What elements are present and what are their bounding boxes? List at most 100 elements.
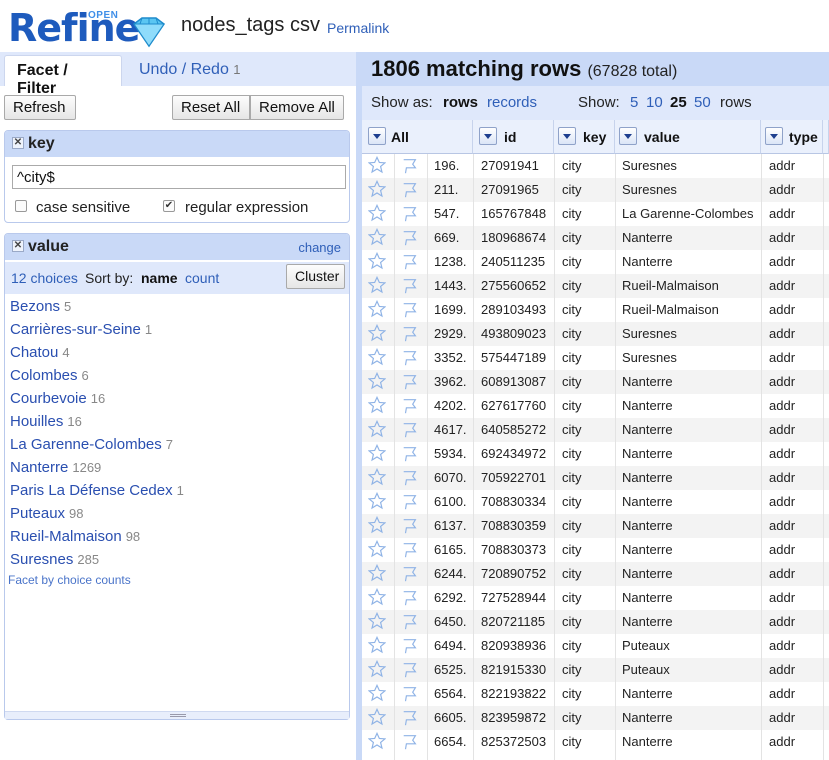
cell-id[interactable]: 165767848	[481, 206, 546, 221]
cell-type[interactable]: addr	[769, 566, 795, 581]
star-icon[interactable]	[367, 563, 387, 582]
openrefine-logo[interactable]: Refine OPEN	[8, 4, 168, 50]
cell-type[interactable]: addr	[769, 638, 795, 653]
row-number[interactable]: 211.	[434, 182, 458, 197]
star-icon[interactable]	[367, 707, 387, 726]
close-icon[interactable]: ✕	[12, 137, 24, 149]
star-icon[interactable]	[367, 227, 387, 246]
cell-value[interactable]: Rueil-Malmaison	[622, 278, 719, 293]
row-number[interactable]: 4617.	[434, 422, 467, 437]
column-menu-dropdown[interactable]	[619, 127, 637, 145]
cell-key[interactable]: city	[562, 686, 582, 701]
case-sensitive-checkbox[interactable]	[15, 200, 27, 212]
star-icon[interactable]	[367, 467, 387, 486]
cell-id[interactable]: 820721185	[481, 614, 545, 629]
cell-value[interactable]: Suresnes	[622, 182, 677, 197]
cell-id[interactable]: 493809023	[481, 326, 546, 341]
cell-type[interactable]: addr	[769, 518, 795, 533]
cell-id[interactable]: 825372503	[481, 734, 546, 749]
cell-id[interactable]: 240511235	[481, 254, 545, 269]
row-number[interactable]: 4202.	[434, 398, 467, 413]
cell-key[interactable]: city	[562, 326, 582, 341]
page-size-25[interactable]: 25	[670, 94, 687, 111]
column-menu-dropdown[interactable]	[479, 127, 497, 145]
star-icon[interactable]	[367, 371, 387, 390]
cell-type[interactable]: addr	[769, 734, 795, 749]
cell-type[interactable]: addr	[769, 542, 795, 557]
flag-icon[interactable]	[401, 157, 419, 175]
regular-expression-checkbox[interactable]: ✔	[163, 200, 175, 212]
page-size-10[interactable]: 10	[646, 94, 663, 111]
cell-type[interactable]: addr	[769, 422, 795, 437]
column-menu-dropdown[interactable]	[765, 127, 783, 145]
cell-id[interactable]: 823959872	[481, 710, 546, 725]
flag-icon[interactable]	[401, 277, 419, 295]
cell-id[interactable]: 708830334	[481, 494, 546, 509]
close-icon[interactable]: ✕	[12, 240, 24, 252]
cell-key[interactable]: city	[562, 230, 582, 245]
key-facet-title[interactable]: key	[28, 135, 55, 153]
cell-value[interactable]: Nanterre	[622, 398, 673, 413]
flag-icon[interactable]	[401, 541, 419, 559]
star-icon[interactable]	[367, 299, 387, 318]
cell-value[interactable]: Nanterre	[622, 446, 673, 461]
cell-key[interactable]: city	[562, 542, 582, 557]
star-icon[interactable]	[367, 155, 387, 174]
cell-key[interactable]: city	[562, 494, 582, 509]
cell-key[interactable]: city	[562, 254, 582, 269]
cell-key[interactable]: city	[562, 470, 582, 485]
cell-id[interactable]: 821915330	[481, 662, 546, 677]
star-icon[interactable]	[367, 587, 387, 606]
row-number[interactable]: 6165.	[434, 542, 467, 557]
tab-undo-redo[interactable]: Undo / Redo 1	[127, 55, 253, 86]
reset-all-button[interactable]: Reset All	[172, 95, 250, 120]
cell-value[interactable]: La Garenne-Colombes	[622, 206, 754, 221]
cell-key[interactable]: city	[562, 182, 582, 197]
star-icon[interactable]	[367, 683, 387, 702]
star-icon[interactable]	[367, 635, 387, 654]
row-number[interactable]: 6100.	[434, 494, 467, 509]
cell-type[interactable]: addr	[769, 158, 795, 173]
cell-type[interactable]: addr	[769, 494, 795, 509]
facet-resize-handle[interactable]	[5, 711, 349, 719]
cell-value[interactable]: Nanterre	[622, 374, 673, 389]
star-icon[interactable]	[367, 539, 387, 558]
cell-id[interactable]: 720890752	[481, 566, 546, 581]
star-icon[interactable]	[367, 419, 387, 438]
cell-id[interactable]: 180968674	[481, 230, 546, 245]
column-menu-dropdown[interactable]	[558, 127, 576, 145]
facet-choice[interactable]: Colombes 6	[10, 367, 89, 384]
cell-value[interactable]: Nanterre	[622, 542, 673, 557]
sort-by-name[interactable]: name	[141, 270, 178, 286]
cell-value[interactable]: Nanterre	[622, 254, 673, 269]
row-number[interactable]: 6605.	[434, 710, 467, 725]
flag-icon[interactable]	[401, 397, 419, 415]
row-number[interactable]: 6525.	[434, 662, 467, 677]
cell-type[interactable]: addr	[769, 470, 795, 485]
facet-choice[interactable]: Carrières-sur-Seine 1	[10, 321, 152, 338]
cell-id[interactable]: 640585272	[481, 422, 546, 437]
flag-icon[interactable]	[401, 709, 419, 727]
cell-type[interactable]: addr	[769, 302, 795, 317]
change-link[interactable]: change	[298, 240, 341, 255]
cell-key[interactable]: city	[562, 566, 582, 581]
row-number[interactable]: 6654.	[434, 734, 467, 749]
cell-value[interactable]: Suresnes	[622, 326, 677, 341]
value-facet-title[interactable]: value	[28, 238, 69, 256]
cell-key[interactable]: city	[562, 278, 582, 293]
cell-type[interactable]: addr	[769, 182, 795, 197]
star-icon[interactable]	[367, 179, 387, 198]
cell-id[interactable]: 727528944	[481, 590, 546, 605]
cell-value[interactable]: Nanterre	[622, 230, 673, 245]
cell-key[interactable]: city	[562, 158, 582, 173]
star-icon[interactable]	[367, 515, 387, 534]
cell-id[interactable]: 708830373	[481, 542, 546, 557]
flag-icon[interactable]	[401, 637, 419, 655]
cell-value[interactable]: Nanterre	[622, 686, 673, 701]
cell-key[interactable]: city	[562, 446, 582, 461]
cell-value[interactable]: Nanterre	[622, 614, 673, 629]
facet-by-choice-counts-link[interactable]: Facet by choice counts	[8, 573, 131, 587]
flag-icon[interactable]	[401, 205, 419, 223]
cell-id[interactable]: 705922701	[481, 470, 546, 485]
cell-key[interactable]: city	[562, 302, 582, 317]
